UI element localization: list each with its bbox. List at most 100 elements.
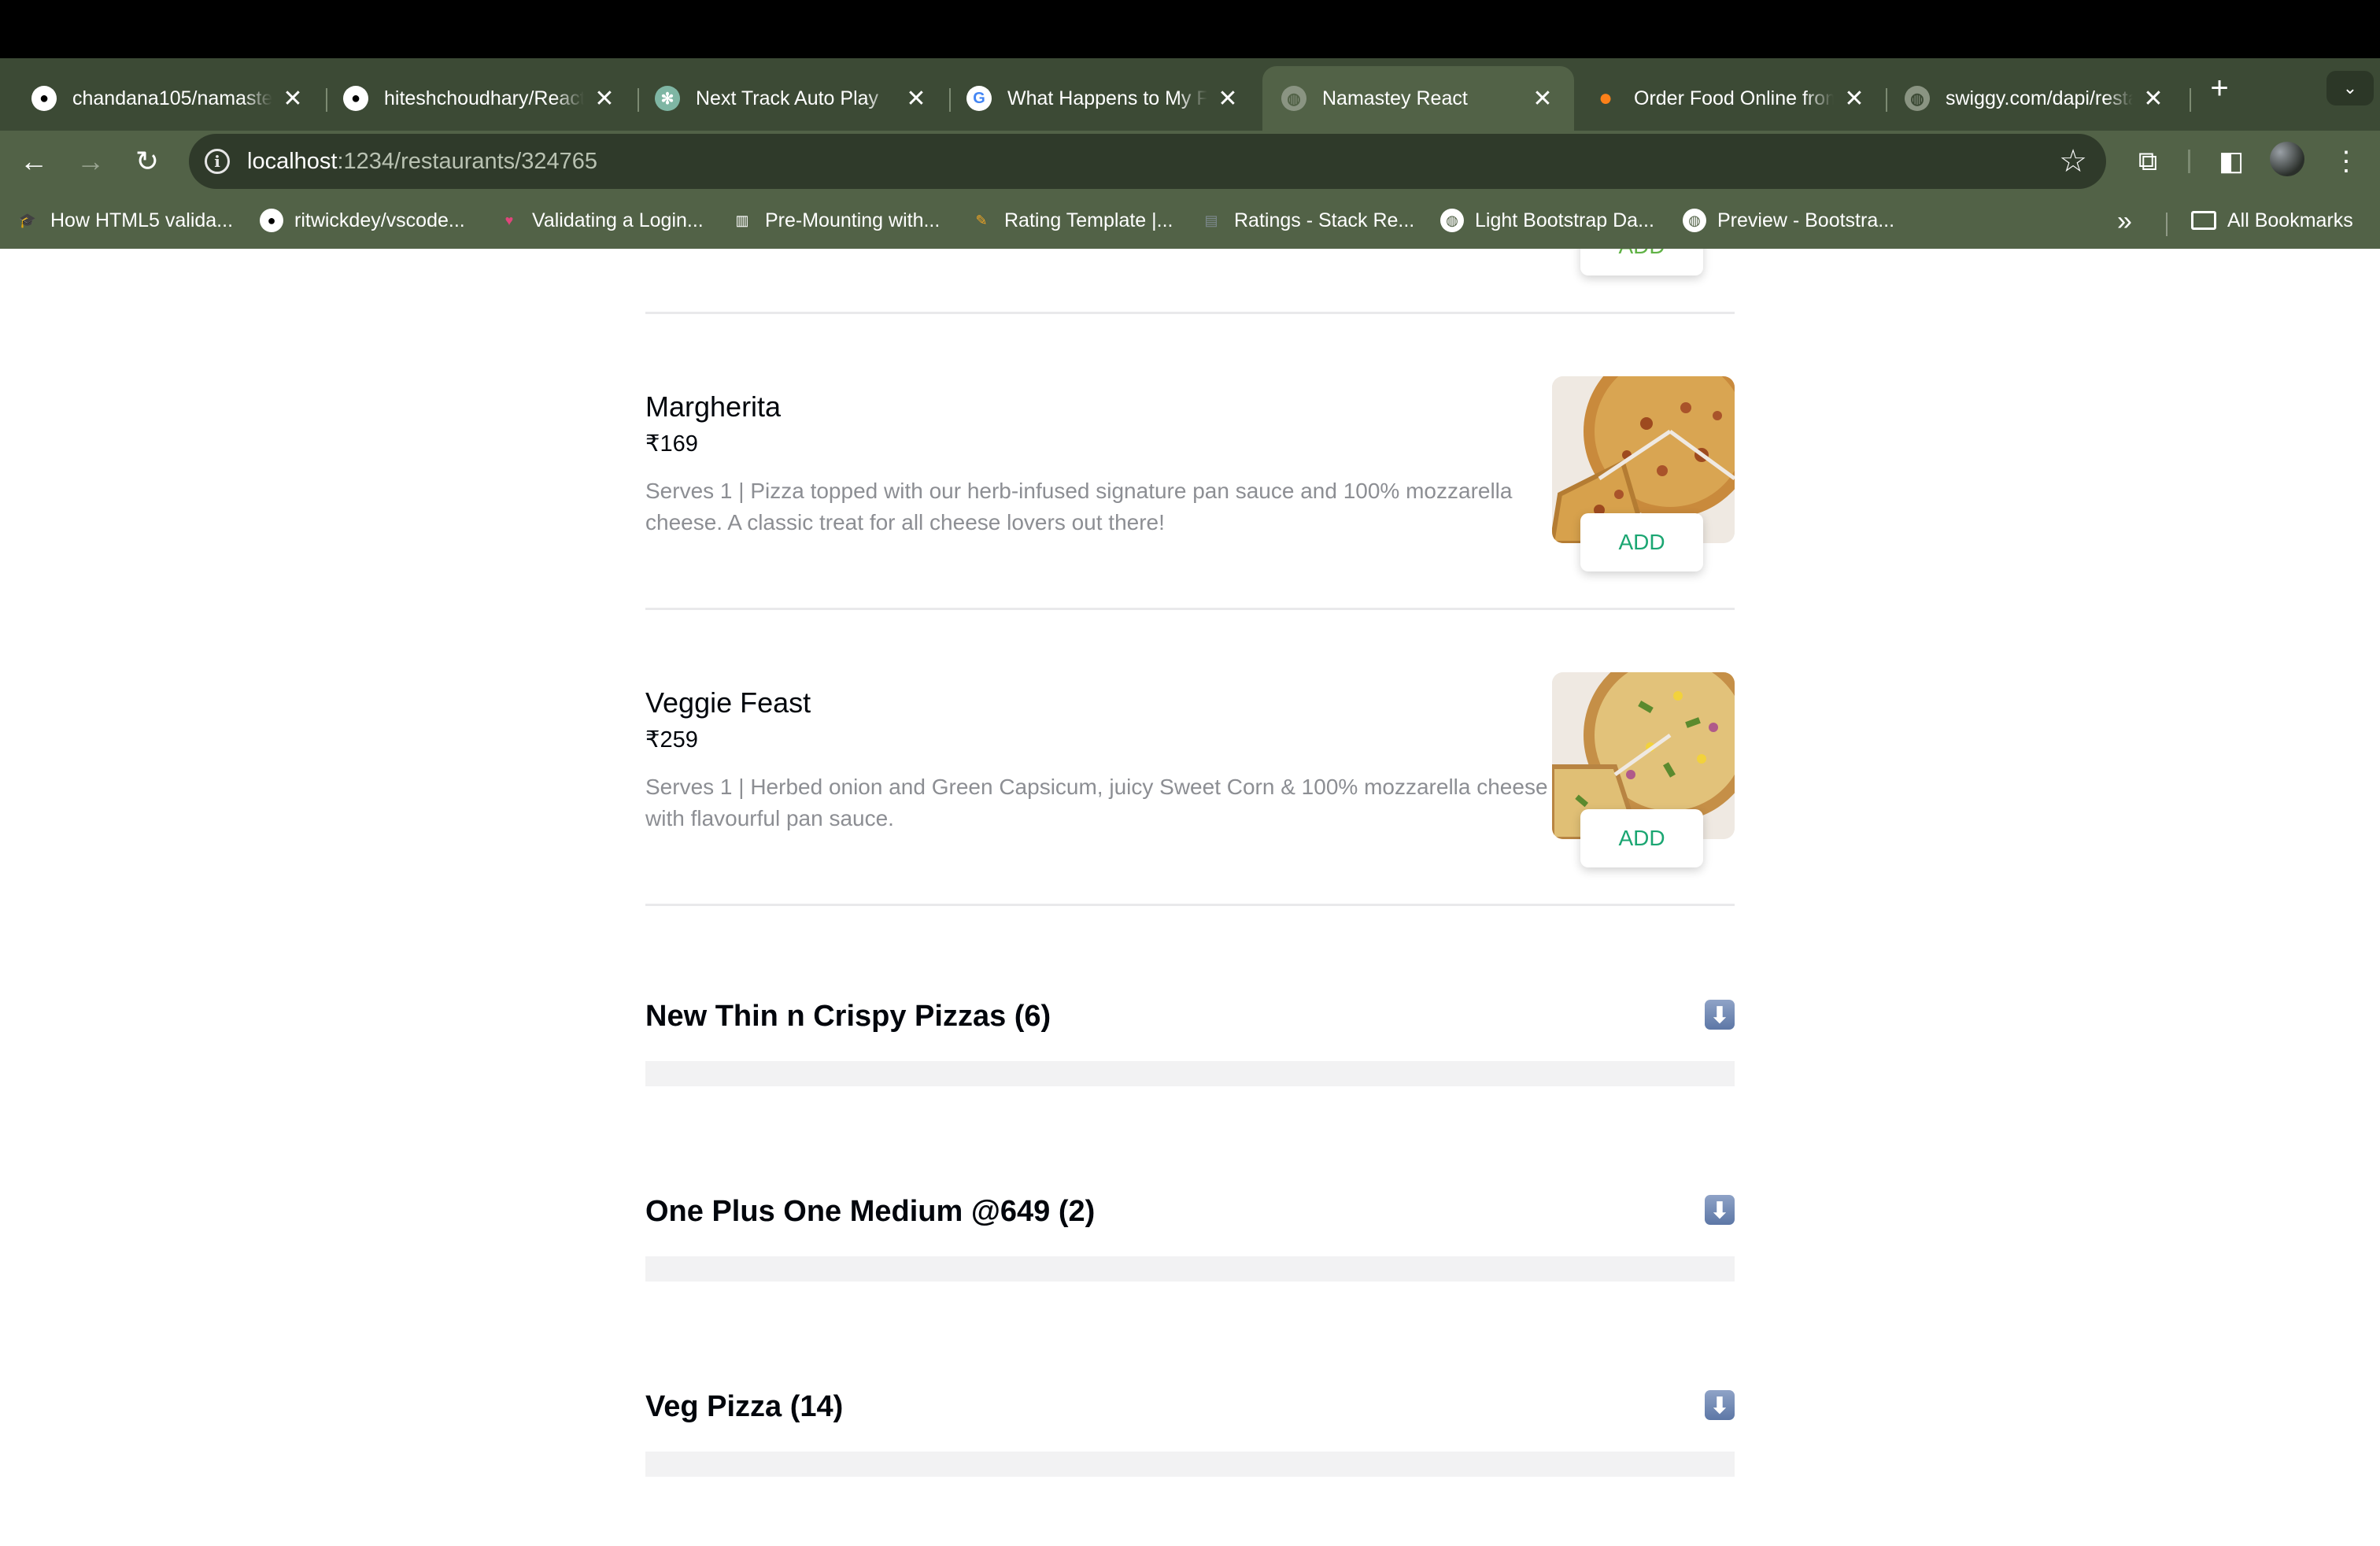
add-button[interactable]: ADD: [1580, 513, 1703, 571]
close-icon[interactable]: ✕: [1215, 85, 1240, 113]
category-placeholder: [645, 1452, 1735, 1477]
bookmark-star-icon[interactable]: ☆: [2059, 143, 2087, 179]
tab-hiteshchoudhary[interactable]: ● hiteshchoudhary/React ✕: [324, 66, 636, 131]
bookmark-label: Pre-Mounting with...: [765, 209, 941, 231]
profile-avatar[interactable]: [2270, 142, 2304, 176]
down-arrow-icon[interactable]: ⬇: [1705, 1195, 1735, 1225]
bookmarks-separator: [2166, 213, 2168, 236]
bookmark-label: Ratings - Stack Re...: [1234, 209, 1415, 231]
github-icon: ●: [343, 86, 368, 111]
map-icon: ▥: [735, 212, 749, 228]
category-placeholder: [645, 1061, 1735, 1086]
add-button[interactable]: ADD: [1580, 809, 1703, 867]
item-price: ₹259: [645, 727, 698, 753]
tab-title: Order Food Online from: [1634, 87, 1834, 109]
close-icon[interactable]: ✕: [904, 85, 929, 113]
extensions-icon[interactable]: ⧉: [2128, 142, 2168, 181]
bookmark-item[interactable]: ◍ Preview - Bootstra...: [1683, 206, 1894, 235]
tab-title: Next Track Auto Play: [696, 87, 879, 109]
tab-namastey-react[interactable]: ◍ Namastey React ✕: [1262, 66, 1574, 131]
chevron-down-icon: ⌄: [2342, 78, 2358, 98]
tab-chandana105[interactable]: ● chandana105/namaste ✕: [13, 66, 324, 131]
bookmark-label: Validating a Login...: [532, 209, 704, 231]
arrow-right-icon: →: [76, 145, 105, 177]
forward-button[interactable]: →: [71, 142, 110, 181]
tab-title: hiteshchoudhary/React: [384, 87, 584, 109]
rating-icon: ✎: [975, 212, 988, 228]
url-path: :1234/restaurants/324765: [337, 149, 597, 174]
bookmark-label: Preview - Bootstra...: [1717, 209, 1895, 231]
item-price: ₹169: [645, 431, 698, 457]
tab-swiggy-api[interactable]: ◍ swiggy.com/dapi/resta ✕: [1886, 66, 2185, 131]
side-panel-icon[interactable]: ◧: [2212, 142, 2251, 181]
close-icon[interactable]: ✕: [2141, 85, 2166, 113]
tab-strip: ● chandana105/namaste ✕ ● hiteshchoudhar…: [0, 58, 2380, 131]
hearts-icon: ♥: [504, 212, 514, 228]
globe-icon: ◍: [1905, 86, 1930, 111]
new-tab-button[interactable]: +: [2204, 72, 2235, 104]
url-text[interactable]: localhost:1234/restaurants/324765: [247, 149, 597, 175]
tab-separator: [2190, 88, 2191, 112]
address-bar[interactable]: i localhost:1234/restaurants/324765 ☆: [189, 134, 2106, 189]
item-description: Serves 1 | Herbed onion and Green Capsic…: [645, 775, 1548, 830]
globe-icon: ◍: [1440, 209, 1464, 232]
close-icon[interactable]: ✕: [592, 85, 617, 113]
github-icon: ●: [260, 209, 283, 232]
swiggy-icon: ●: [1598, 85, 1613, 111]
tab-title: Namastey React: [1322, 87, 1468, 109]
item-divider: [645, 608, 1735, 610]
more-menu-icon[interactable]: ⋮: [2326, 142, 2366, 181]
toolbar-separator: [2188, 150, 2190, 173]
bookmark-item[interactable]: ✎ Rating Template |...: [970, 206, 1173, 235]
menu-item: Margherita ₹169 Serves 1 | Pizza topped …: [645, 376, 1735, 612]
url-host: localhost: [247, 149, 338, 174]
back-button[interactable]: ←: [14, 142, 54, 181]
page-content: ADD Margherita ₹169 Serves 1 | Pizza top…: [0, 249, 2380, 1546]
close-icon[interactable]: ✕: [280, 85, 305, 113]
globe-icon: ◍: [1683, 209, 1706, 232]
category-placeholder: [645, 1256, 1735, 1282]
site-info-icon[interactable]: i: [205, 149, 230, 174]
openai-icon: ✻: [655, 86, 680, 111]
all-bookmarks-button[interactable]: All Bookmarks: [2191, 206, 2353, 235]
down-arrow-icon[interactable]: ⬇: [1705, 1390, 1735, 1420]
all-bookmarks-label: All Bookmarks: [2227, 209, 2353, 231]
add-button[interactable]: ADD: [1580, 249, 1703, 276]
tab-order-food[interactable]: ● Order Food Online from ✕: [1574, 66, 1886, 131]
category-title[interactable]: One Plus One Medium @649 (2): [645, 1195, 1095, 1229]
tab-google-search[interactable]: G What Happens to My F ✕: [948, 66, 1259, 131]
bookmark-item[interactable]: ◍ Light Bootstrap Da...: [1440, 206, 1654, 235]
arrow-left-icon: ←: [20, 145, 48, 177]
bookmark-item[interactable]: ▤ Ratings - Stack Re...: [1199, 206, 1414, 235]
item-divider: [645, 904, 1735, 906]
github-icon: ●: [31, 86, 57, 111]
menu-item: Veggie Feast ₹259 Serves 1 | Herbed onio…: [645, 672, 1735, 908]
bookmark-label: ritwickdey/vscode...: [294, 209, 465, 231]
bookmark-item[interactable]: ♥ Validating a Login...: [497, 206, 704, 235]
bookmark-label: How HTML5 valida...: [50, 209, 234, 231]
category-title[interactable]: New Thin n Crispy Pizzas (6): [645, 1000, 1051, 1034]
tab-search-button[interactable]: ⌄: [2326, 71, 2374, 105]
reload-icon: ↻: [135, 145, 160, 177]
bookmarks-overflow-icon[interactable]: »: [2117, 206, 2132, 237]
globe-icon: ◍: [1281, 86, 1306, 111]
bookmark-item[interactable]: ▥ Pre-Mounting with...: [730, 206, 940, 235]
bookmark-label: Light Bootstrap Da...: [1475, 209, 1654, 231]
down-arrow-icon[interactable]: ⬇: [1705, 1000, 1735, 1030]
bookmark-label: Rating Template |...: [1004, 209, 1173, 231]
item-description: Serves 1 | Pizza topped with our herb-in…: [645, 479, 1513, 534]
item-name: Margherita: [645, 390, 782, 423]
close-icon[interactable]: ✕: [1842, 85, 1867, 113]
bookmark-item[interactable]: ● ritwickdey/vscode...: [260, 206, 465, 235]
category-title[interactable]: Veg Pizza (14): [645, 1390, 843, 1424]
reload-button[interactable]: ↻: [128, 142, 167, 181]
bookmark-item[interactable]: 🎓 How HTML5 valida...: [16, 206, 233, 235]
graduation-cap-icon: 🎓: [18, 212, 37, 228]
window-title-bar: [0, 0, 2380, 58]
tab-title: swiggy.com/dapi/resta: [1946, 87, 2133, 109]
bookmarks-bar: 🎓 How HTML5 valida... ● ritwickdey/vscode.…: [0, 192, 2380, 249]
close-icon[interactable]: ✕: [1530, 85, 1555, 113]
google-icon: G: [966, 86, 992, 111]
tab-next-track[interactable]: ✻ Next Track Auto Play ✕: [636, 66, 948, 131]
folder-icon: [2191, 211, 2216, 230]
